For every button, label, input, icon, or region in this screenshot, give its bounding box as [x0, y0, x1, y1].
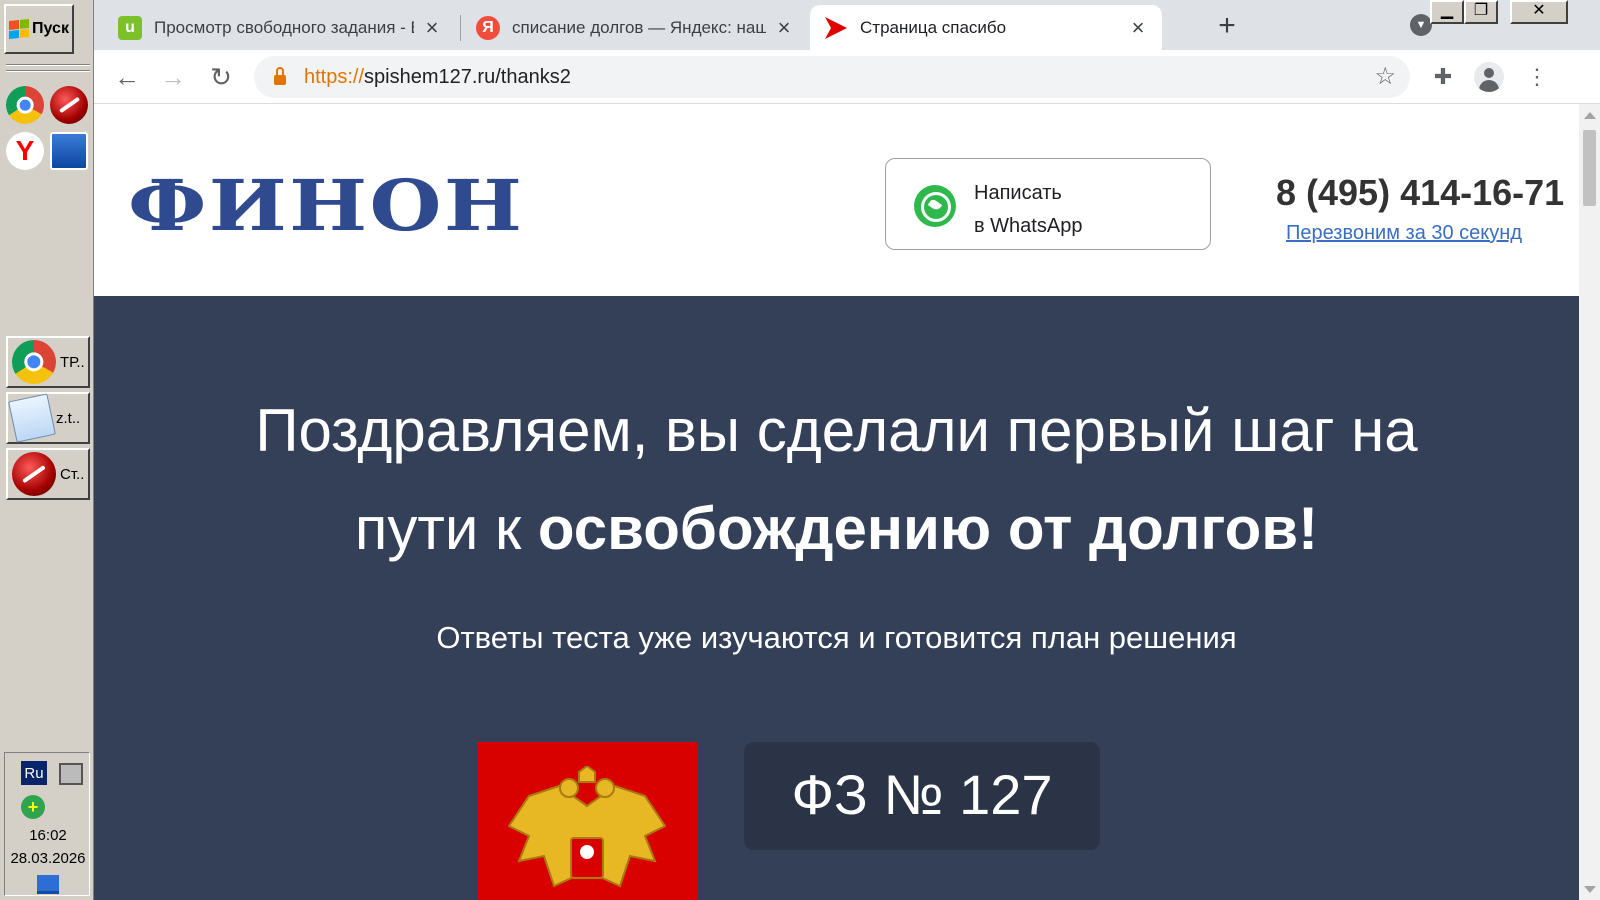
hero-title-line2: пути к освобождению от долгов!: [94, 480, 1579, 578]
page-scrollbar[interactable]: [1579, 104, 1600, 900]
taskbar-item-label: ТР..: [60, 353, 85, 371]
extensions-icon[interactable]: ✚: [1428, 62, 1458, 92]
chrome-quicklaunch-icon[interactable]: [6, 86, 44, 124]
close-icon[interactable]: ×: [1128, 15, 1148, 41]
browser-toolbar: ← → ↻ https:// spishem127.ru/thanks2 ☆ ✚…: [94, 50, 1600, 104]
hero-title-line1: Поздравляем, вы сделали первый шаг на: [255, 397, 1418, 464]
back-icon[interactable]: ←: [110, 60, 144, 94]
address-bar[interactable]: https:// spishem127.ru/thanks2 ☆: [254, 56, 1410, 98]
start-label: Пуск: [32, 20, 69, 37]
law-badge-text: ФЗ № 127: [791, 763, 1053, 826]
browser-window: u Просмотр свободного задания - В × Я сп…: [94, 0, 1600, 900]
tab-free-task[interactable]: u Просмотр свободного задания - В ×: [104, 5, 456, 50]
hero-title-highlight: освобождению от долгов!: [537, 495, 1319, 562]
hero-title-line2-plain: пути к: [354, 495, 538, 562]
start-button[interactable]: Пуск: [4, 4, 74, 54]
upwork-favicon-icon: u: [118, 15, 142, 40]
tab-title: Страница спасибо: [860, 17, 1007, 37]
law-badge: ФЗ № 127: [744, 742, 1100, 850]
hero-section: Поздравляем, вы сделали первый шаг на пу…: [94, 296, 1579, 900]
taskbar-item-antivirus[interactable]: Ст..: [6, 448, 90, 500]
clock-date: 28.03.2026: [10, 850, 86, 867]
tab-strip: u Просмотр свободного задания - В × Я сп…: [94, 0, 1600, 50]
site-logo[interactable]: ФИНОН: [128, 164, 524, 247]
remote-desktop-quicklaunch-icon[interactable]: [50, 132, 88, 170]
page-viewport: ФИНОН Написать в WhatsApp 8 (495) 414-16…: [94, 104, 1579, 900]
clock-time: 16:02: [29, 827, 67, 844]
windows-taskbar: Пуск Y ТР.. z.t.. Ст.. Ru + 16:02 28.03.…: [0, 0, 94, 900]
taskbar-item-label: Ст..: [60, 465, 85, 483]
callback-link[interactable]: Перезвоним за 30 секунд: [1286, 222, 1522, 245]
update-icon[interactable]: +: [21, 795, 45, 819]
forward-icon[interactable]: →: [156, 60, 190, 94]
yandex-browser-quicklaunch-icon[interactable]: Y: [6, 132, 44, 170]
tab-title: списание долгов — Яндекс: нашло: [512, 17, 766, 37]
close-window-button[interactable]: ✕: [1510, 0, 1568, 24]
tab-divider: [460, 15, 461, 41]
hero-title: Поздравляем, вы сделали первый шаг на пу…: [94, 382, 1579, 578]
taskbar-divider: [6, 70, 90, 72]
taskbar-divider: [6, 64, 90, 66]
hero-subtitle: Ответы теста уже изучаются и готовится п…: [436, 620, 1237, 655]
whatsapp-line2: в WhatsApp: [974, 215, 1083, 237]
scroll-up-icon[interactable]: [1584, 112, 1596, 119]
url-scheme: https://: [304, 65, 365, 88]
close-icon[interactable]: ×: [422, 15, 442, 41]
tab-title: Просмотр свободного задания - В: [154, 17, 414, 37]
network-icon[interactable]: [59, 763, 83, 785]
url-text: spishem127.ru/thanks2: [364, 65, 571, 88]
antivirus-quicklaunch-icon[interactable]: [50, 86, 88, 124]
phone-number[interactable]: 8 (495) 414-16-71: [1276, 172, 1564, 214]
new-tab-button[interactable]: +: [1209, 8, 1245, 44]
tab-thanks-page[interactable]: Страница спасибо ×: [810, 5, 1162, 50]
menu-dots-icon[interactable]: ⋮: [1522, 62, 1552, 92]
reload-icon[interactable]: ↻: [204, 60, 238, 94]
whatsapp-label: Написать в WhatsApp: [974, 177, 1082, 243]
whatsapp-line1: Написать: [974, 182, 1062, 204]
scrollbar-thumb[interactable]: [1583, 130, 1596, 206]
notepad-icon: [8, 393, 56, 443]
tab-yandex-search[interactable]: Я списание долгов — Яндекс: нашло ×: [462, 5, 808, 50]
eagle-emblem-icon: [507, 766, 667, 888]
taskbar-item-chrome[interactable]: ТР..: [6, 336, 90, 388]
coat-of-arms-image: [477, 742, 697, 900]
profile-icon[interactable]: [1474, 62, 1504, 92]
taskbar-item-label: z.t..: [56, 409, 81, 427]
lock-icon[interactable]: [274, 67, 286, 85]
windows-logo-icon: [9, 18, 30, 40]
whatsapp-button[interactable]: Написать в WhatsApp: [885, 158, 1211, 250]
bookmark-star-icon[interactable]: ☆: [1374, 62, 1396, 91]
tab-search-icon[interactable]: ▼: [1410, 14, 1432, 36]
taskbar-item-notepad[interactable]: z.t..: [6, 392, 90, 444]
red-arrow-favicon-icon: [825, 16, 847, 39]
close-icon[interactable]: ×: [774, 15, 794, 41]
chrome-icon: [12, 340, 56, 384]
system-tray: Ru + 16:02 28.03.2026: [4, 752, 90, 896]
scroll-down-icon[interactable]: [1584, 886, 1596, 893]
whatsapp-icon: [914, 185, 956, 227]
minimize-button[interactable]: ▁: [1430, 0, 1464, 24]
language-indicator[interactable]: Ru: [21, 761, 47, 785]
yandex-favicon-icon: Я: [476, 15, 500, 40]
restore-button[interactable]: ❐: [1464, 0, 1498, 24]
show-desktop-icon[interactable]: [37, 875, 59, 894]
antivirus-icon: [12, 452, 56, 496]
